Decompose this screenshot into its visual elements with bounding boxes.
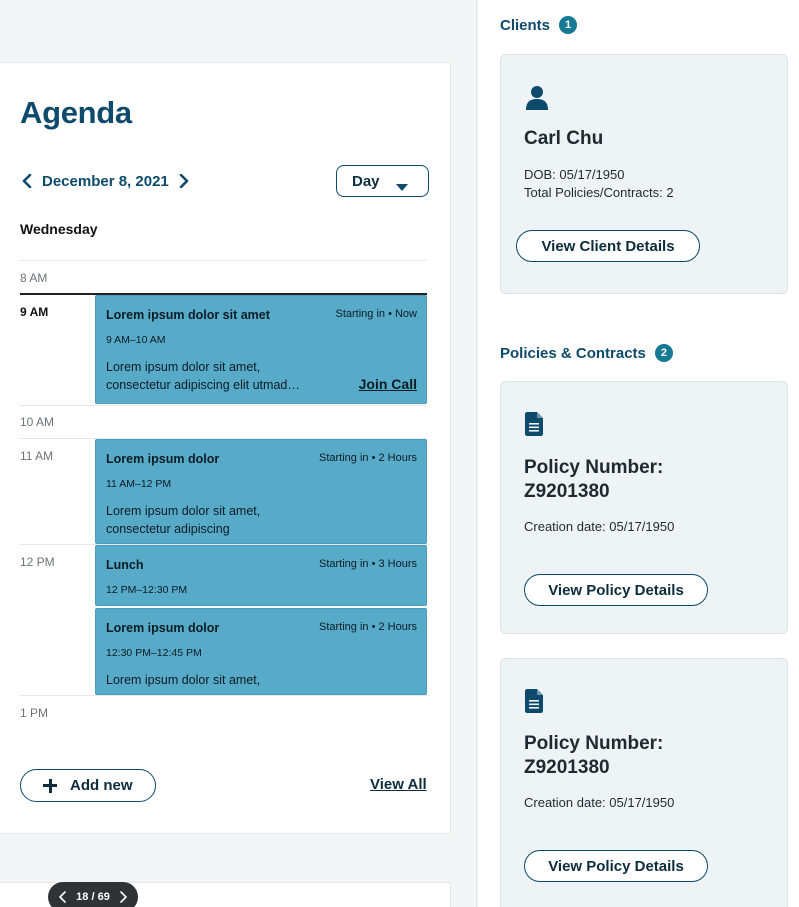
weekday-label: Wednesday xyxy=(20,221,98,237)
clients-heading: Clients 1 xyxy=(500,16,578,34)
policies-heading: Policies & Contracts 2 xyxy=(500,344,673,362)
agenda-event[interactable]: Lorem ipsum dolor Starting in • 2 Hours … xyxy=(95,439,427,544)
policy-card: Policy Number: Z9201380 Creation date: 0… xyxy=(500,658,788,907)
policy-card: Policy Number: Z9201380 Creation date: 0… xyxy=(500,381,788,634)
hour-label: 12 PM xyxy=(20,555,55,569)
client-total-policies: Total Policies/Contracts: 2 xyxy=(524,185,674,200)
chevron-left-icon[interactable] xyxy=(56,889,68,905)
hour-label: 11 AM xyxy=(20,449,54,463)
view-select-value: Day xyxy=(352,172,380,190)
view-all-link[interactable]: View All xyxy=(370,776,427,793)
add-new-button[interactable]: Add new xyxy=(20,769,156,802)
policy-number-value: Z9201380 xyxy=(524,757,610,778)
policy-creation-date: Creation date: 05/17/1950 xyxy=(524,519,675,534)
event-start-status: Starting in • Now xyxy=(335,308,418,320)
hour-label: 8 AM xyxy=(20,271,48,285)
details-column: Clients 1 Carl Chu DOB: 05/17/1950 Total… xyxy=(478,0,799,907)
hour-label: 1 PM xyxy=(20,706,49,720)
hour-label: 10 AM xyxy=(20,415,55,429)
clients-count-badge: 1 xyxy=(559,16,578,34)
policy-number-value: Z9201380 xyxy=(524,481,610,502)
policy-number: Policy Number: Z9201380 xyxy=(524,732,663,780)
person-icon xyxy=(525,85,549,116)
policy-creation-date: Creation date: 05/17/1950 xyxy=(524,795,675,810)
policy-number: Policy Number: Z9201380 xyxy=(524,456,663,504)
caret-down-icon xyxy=(396,178,408,196)
policies-title: Policies & Contracts xyxy=(500,344,646,362)
join-call-link[interactable]: Join Call xyxy=(359,376,417,392)
client-card: Carl Chu DOB: 05/17/1950 Total Policies/… xyxy=(500,54,788,294)
event-time: 9 AM–10 AM xyxy=(106,334,166,346)
date-navigation: December 8, 2021 xyxy=(20,170,191,192)
event-time: 11 AM–12 PM xyxy=(106,478,172,490)
clients-title: Clients xyxy=(500,16,551,34)
view-policy-details-button[interactable]: View Policy Details xyxy=(524,574,708,606)
policy-number-label: Policy Number: xyxy=(524,457,664,478)
event-description: Lorem ipsum dolor sit amet, xyxy=(106,671,336,689)
hour-divider xyxy=(20,260,427,261)
event-description-line: Lorem ipsum dolor sit amet, xyxy=(106,673,261,687)
event-start-status: Starting in • 2 Hours xyxy=(318,452,417,464)
plus-icon xyxy=(43,778,57,793)
event-title: Lorem ipsum dolor xyxy=(106,452,220,466)
chevron-right-icon[interactable] xyxy=(177,170,191,192)
event-title: Lunch xyxy=(106,558,144,572)
event-description-line: Lorem ipsum dolor sit amet, xyxy=(106,360,261,374)
event-description-line: Lorem ipsum dolor sit amet, xyxy=(106,504,261,518)
event-time: 12 PM–12:30 PM xyxy=(106,584,188,596)
hour-divider xyxy=(20,405,427,406)
pager: 18 / 69 xyxy=(48,882,138,907)
pager-text: 18 / 69 xyxy=(76,891,110,903)
agenda-title: Agenda xyxy=(20,95,132,130)
agenda-event[interactable]: Lorem ipsum dolor sit amet Starting in •… xyxy=(95,295,427,404)
document-icon xyxy=(525,412,545,441)
add-new-label: Add new xyxy=(70,777,133,794)
event-description: Lorem ipsum dolor sit amet, consectetur … xyxy=(106,502,336,538)
event-title: Lorem ipsum dolor sit amet xyxy=(106,308,270,322)
hour-divider xyxy=(20,695,427,696)
event-description-line: consectetur adipiscing xyxy=(106,522,230,536)
event-time: 12:30 PM–12:45 PM xyxy=(106,647,202,659)
chevron-right-icon[interactable] xyxy=(118,889,130,905)
event-start-status: Starting in • 2 Hours xyxy=(318,621,417,633)
document-icon xyxy=(525,689,545,718)
event-description-line: consectetur adipiscing elit utmad… xyxy=(106,378,300,392)
event-description: Lorem ipsum dolor sit amet, consectetur … xyxy=(106,358,336,394)
event-start-status: Starting in • 3 Hours xyxy=(318,558,417,570)
policy-number-label: Policy Number: xyxy=(524,733,664,754)
agenda-event[interactable]: Lunch Starting in • 3 Hours 12 PM–12:30 … xyxy=(95,545,427,606)
view-client-details-button[interactable]: View Client Details xyxy=(516,230,700,262)
event-title: Lorem ipsum dolor xyxy=(106,621,220,635)
hour-label: 9 AM xyxy=(20,305,49,319)
view-policy-details-button[interactable]: View Policy Details xyxy=(524,850,708,882)
client-name: Carl Chu xyxy=(524,128,604,149)
view-select[interactable]: Day xyxy=(336,165,429,197)
agenda-event[interactable]: Lorem ipsum dolor Starting in • 2 Hours … xyxy=(95,608,427,695)
chevron-left-icon[interactable] xyxy=(20,170,34,192)
policies-count-badge: 2 xyxy=(654,344,673,362)
agenda-column: Agenda December 8, 2021 Day Wednesday 8 … xyxy=(0,0,477,907)
client-dob: DOB: 05/17/1950 xyxy=(524,167,625,182)
current-date: December 8, 2021 xyxy=(42,172,169,190)
